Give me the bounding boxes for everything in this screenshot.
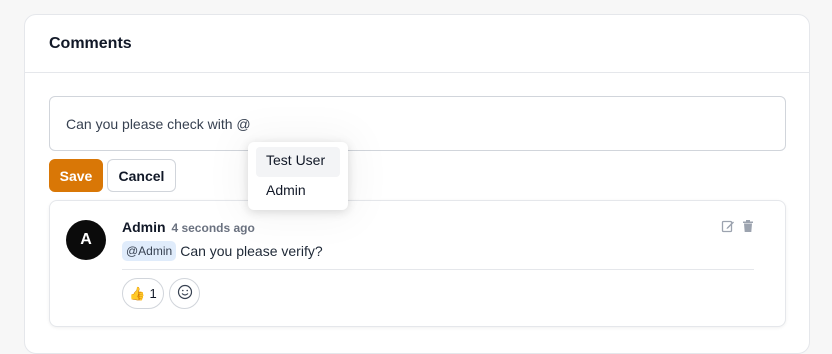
reaction-thumbs-up[interactable]: 👍 1 <box>122 278 164 309</box>
add-reaction-button[interactable] <box>169 278 200 309</box>
comment-timestamp: 4 seconds ago <box>171 221 255 235</box>
comment-text: Can you please verify? <box>180 243 323 259</box>
mention-option-admin[interactable]: Admin <box>256 177 340 207</box>
mention-option-test-user[interactable]: Test User <box>256 147 340 177</box>
thumbs-up-icon: 👍 <box>129 285 146 301</box>
panel-header: Comments <box>25 15 809 73</box>
comment-body: @Admin Can you please verify? <box>122 241 323 261</box>
comment-meta: Admin 4 seconds ago <box>122 219 255 235</box>
mention-dropdown: Test User Admin <box>248 142 348 210</box>
comment-author: Admin <box>122 219 166 235</box>
mention-tag[interactable]: @Admin <box>122 241 177 261</box>
avatar: A <box>66 220 106 260</box>
comment-input-text: Can you please check with @ <box>66 116 251 132</box>
comments-panel: Comments Can you please check with @ Sav… <box>24 14 810 354</box>
reaction-count: 1 <box>149 286 157 301</box>
comment-divider <box>122 269 754 270</box>
edit-icon[interactable] <box>721 219 735 233</box>
comment-input[interactable]: Can you please check with @ <box>49 96 786 151</box>
trash-icon[interactable] <box>741 219 755 233</box>
save-button[interactable]: Save <box>49 159 103 192</box>
comment-item: A Admin 4 seconds ago @Admin Can you ple… <box>49 200 786 327</box>
cancel-button[interactable]: Cancel <box>107 159 176 192</box>
comment-actions <box>721 219 755 233</box>
smiley-icon <box>177 284 193 303</box>
panel-title: Comments <box>49 35 132 52</box>
